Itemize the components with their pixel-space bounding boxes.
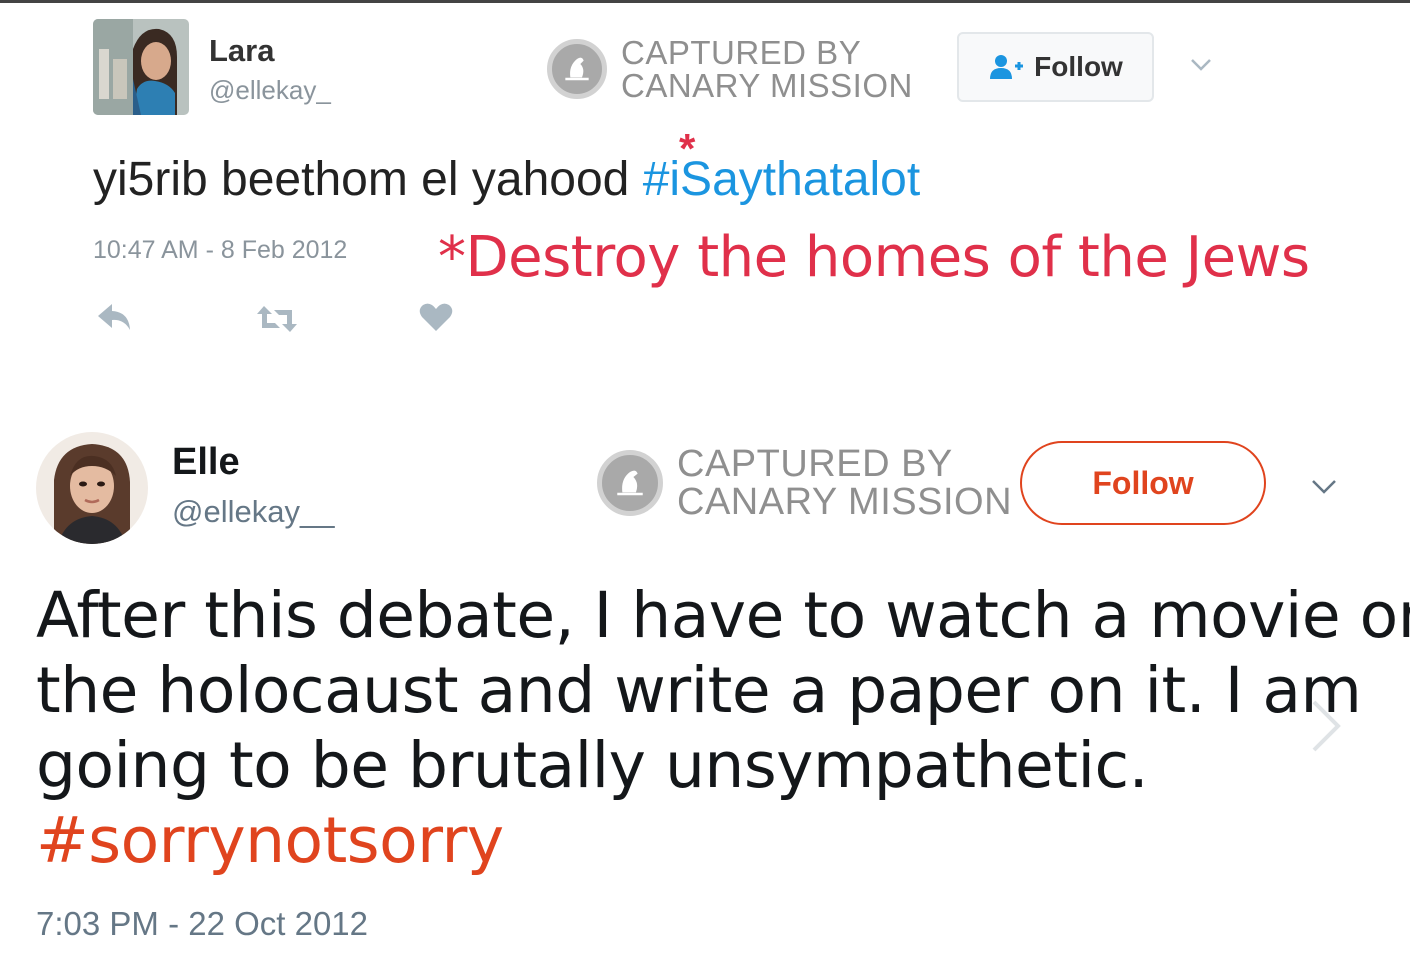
canary-mission-watermark: CAPTURED BY CANARY MISSION: [547, 36, 913, 102]
follow-button[interactable]: Follow: [957, 32, 1154, 102]
avatar[interactable]: [36, 432, 148, 544]
tweet-text: yi5rib beethom el yahood #iSaythatalot: [93, 152, 920, 207]
chevron-down-icon[interactable]: [1307, 473, 1341, 499]
hashtag-link[interactable]: #iSaythatalot: [643, 153, 921, 206]
translation-annotation: *Destroy the homes of the Jews: [438, 225, 1310, 290]
user-handle[interactable]: @ellekay__: [172, 494, 334, 530]
hashtag-link[interactable]: #sorrynotsorry: [36, 803, 1326, 878]
tweet-text-line: After this debate, I have to watch a mov…: [36, 579, 1410, 652]
canary-logo-icon: [597, 450, 663, 516]
avatar-photo: [36, 432, 148, 544]
tweet-text-body: yi5rib beethom el yahood: [93, 153, 630, 206]
top-border: [0, 0, 1410, 3]
avatar[interactable]: [93, 19, 189, 115]
canary-logo-icon: [547, 39, 607, 99]
avatar-photo: [93, 19, 189, 115]
canary-mission-watermark: CAPTURED BY CANARY MISSION: [597, 445, 1012, 521]
follow-button[interactable]: Follow: [1020, 441, 1266, 525]
watermark-line-2: CANARY MISSION: [677, 481, 1013, 523]
tweet-timestamp[interactable]: 7:03 PM - 22 Oct 2012: [36, 905, 368, 943]
tweet-text-line: the holocaust and write a paper on it. I…: [36, 654, 1362, 727]
display-name[interactable]: Lara: [209, 33, 274, 69]
add-user-icon: [990, 55, 1024, 79]
watermark-line-1: CAPTURED BY: [621, 34, 862, 71]
reply-icon[interactable]: [96, 300, 132, 334]
chevron-down-icon[interactable]: [1186, 52, 1216, 76]
tweet-text: After this debate, I have to watch a mov…: [36, 578, 1410, 878]
tweet-timestamp[interactable]: 10:47 AM - 8 Feb 2012: [93, 236, 347, 265]
watermark-line-1: CAPTURED BY: [677, 443, 953, 485]
follow-label: Follow: [1034, 51, 1123, 82]
user-handle[interactable]: @ellekay_: [209, 75, 331, 106]
chevron-right-icon[interactable]: [1306, 696, 1346, 756]
display-name[interactable]: Elle: [172, 441, 240, 484]
tweet-text-line: going to be brutally unsympathetic.: [36, 729, 1149, 802]
retweet-icon[interactable]: [256, 304, 298, 334]
watermark-line-2: CANARY MISSION: [621, 67, 913, 104]
like-icon[interactable]: [419, 302, 453, 332]
